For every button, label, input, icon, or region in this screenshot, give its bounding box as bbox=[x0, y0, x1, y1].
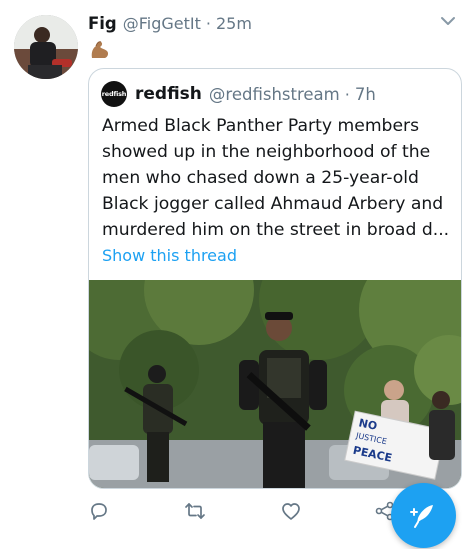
author-avatar[interactable] bbox=[14, 15, 78, 79]
quoted-tweet-time[interactable]: 7h bbox=[355, 85, 376, 104]
like-icon[interactable] bbox=[280, 500, 302, 522]
avatar-image bbox=[14, 15, 78, 79]
author-name[interactable]: Fig bbox=[88, 14, 117, 33]
tweet-time[interactable]: 25m bbox=[216, 14, 252, 33]
quoted-text-line: showed up in the neighborhood of the bbox=[102, 142, 431, 162]
quoted-text-line: men who chased down a 25-year-old bbox=[102, 168, 419, 188]
reply-icon[interactable] bbox=[88, 500, 110, 522]
retweet-icon[interactable] bbox=[184, 500, 206, 522]
quoted-tweet-text: Armed Black Panther Party members showed… bbox=[102, 113, 452, 243]
quoted-author-name[interactable]: redfish bbox=[135, 84, 202, 104]
quoted-tweet-header: redfish redfish @redfishstream · 7h bbox=[101, 80, 451, 108]
quoted-text-line: Armed Black Panther Party members bbox=[102, 116, 420, 136]
photo-image: NO JUSTICE PEACE bbox=[89, 280, 461, 488]
tweet-header: Fig @FigGetIt · 25m bbox=[88, 10, 454, 36]
tweet-action-bar bbox=[88, 500, 394, 526]
quoted-text-line: murdered him on the street in broad d... bbox=[102, 220, 450, 240]
quoted-author-avatar[interactable]: redfish bbox=[101, 81, 127, 107]
compose-tweet-button[interactable] bbox=[391, 483, 456, 548]
show-thread-link[interactable]: Show this thread bbox=[102, 246, 237, 265]
tweet-photo[interactable]: NO JUSTICE PEACE bbox=[89, 280, 461, 488]
quoted-logo-text: redfish bbox=[101, 90, 127, 98]
flexed-biceps-emoji bbox=[91, 41, 109, 58]
quoted-text-line: Black jogger called Ahmaud Arbery and bbox=[102, 194, 444, 214]
quoted-author-handle[interactable]: @redfishstream bbox=[209, 85, 340, 104]
chevron-down-icon[interactable] bbox=[440, 14, 456, 28]
separator-dot: · bbox=[205, 13, 211, 33]
quoted-tweet-card[interactable]: redfish redfish @redfishstream · 7h Arme… bbox=[88, 68, 462, 489]
compose-tweet-icon bbox=[409, 504, 433, 528]
quoted-separator-dot: · bbox=[344, 84, 350, 104]
author-handle[interactable]: @FigGetIt bbox=[123, 14, 201, 33]
